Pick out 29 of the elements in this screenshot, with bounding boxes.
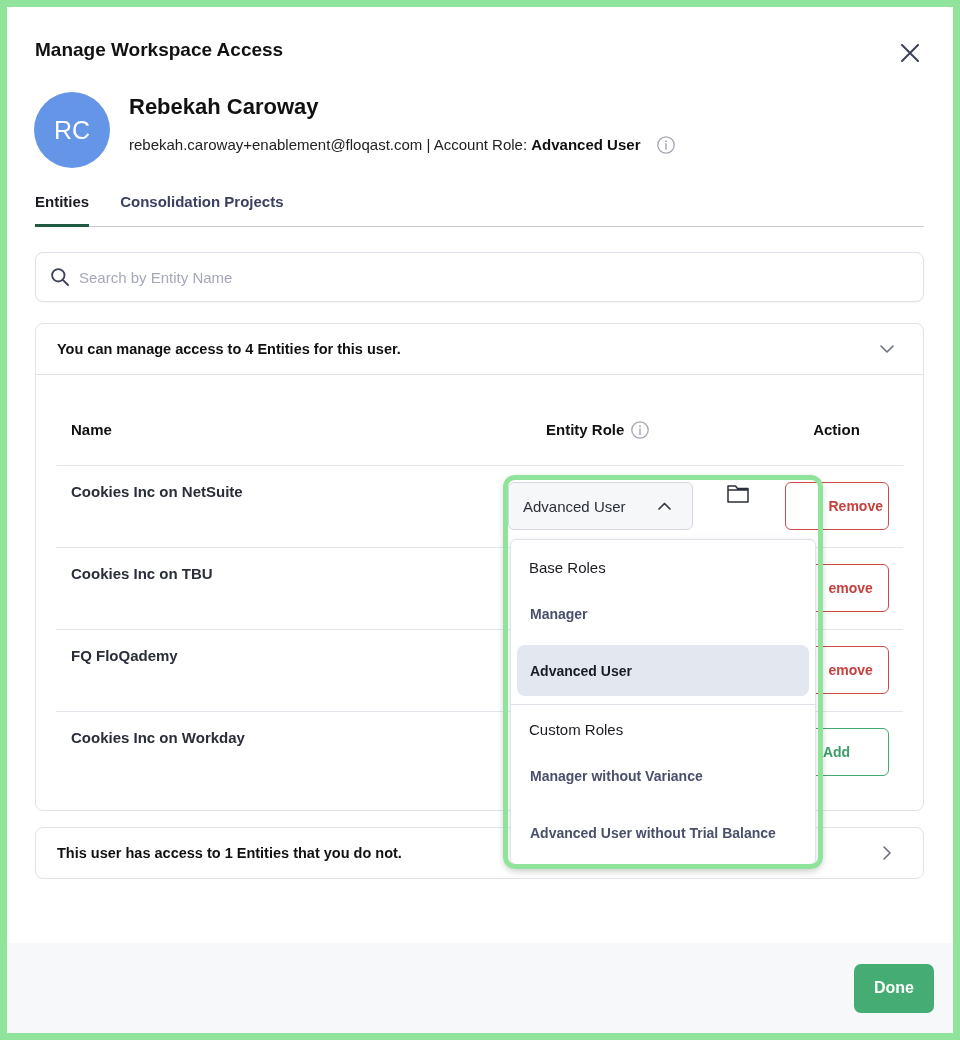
chevron-right-icon[interactable]	[883, 846, 891, 860]
search-icon	[51, 268, 69, 286]
menu-group-heading: Custom Roles	[528, 720, 625, 740]
folder-icon[interactable]	[727, 485, 749, 503]
avatar: RC	[34, 92, 110, 168]
role-select[interactable]: Advanced User	[508, 482, 693, 530]
accordion-title: This user has access to 1 Entities that you do not.	[57, 844, 402, 863]
close-button[interactable]	[901, 44, 919, 62]
entity-name: Cookies Inc on NetSuite	[71, 482, 243, 502]
column-header: Action	[813, 420, 860, 440]
column-header: Entity Role	[546, 420, 625, 440]
close-icon	[901, 44, 919, 62]
menu-option[interactable]: Advanced User without Trial Balance	[517, 807, 809, 858]
entity-name: Cookies Inc on Workday	[71, 728, 245, 748]
tab[interactable]: Consolidation Projects	[120, 192, 284, 227]
info-icon	[657, 136, 676, 154]
menu-group-heading: Base Roles	[528, 558, 607, 578]
chevron-down-icon[interactable]	[880, 345, 894, 353]
user-details: rebekah.caroway+enablement@floqast.com | Account Role: Advanced User	[129, 135, 641, 155]
menu-option[interactable]: Advanced User	[517, 645, 809, 696]
entity-name: FQ FloQademy	[71, 646, 178, 666]
column-header: Name	[71, 420, 112, 440]
tab[interactable]: Entities	[35, 192, 90, 227]
dialog-title: Manage Workspace Access	[35, 38, 284, 62]
entity-name: Cookies Inc on TBU	[71, 564, 213, 584]
search-field[interactable]: Search by Entity Name	[35, 252, 924, 302]
accordion-title: You can manage access to 4 Entities for this user.	[57, 340, 401, 359]
user-name: Rebekah Caroway	[129, 93, 320, 121]
remove-button[interactable]: Remove	[784, 482, 889, 530]
